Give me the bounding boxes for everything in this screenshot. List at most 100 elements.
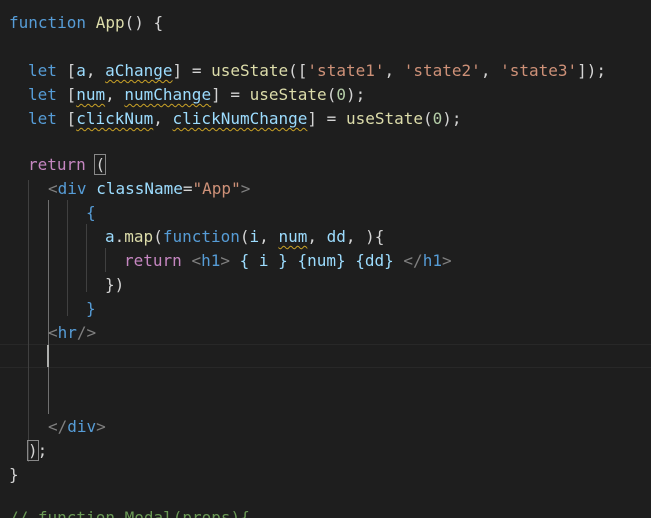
punctuation: ] [211,85,221,104]
punctuation: = [182,179,193,198]
variable-unused-warning: num [76,85,106,104]
variable-unused-warning: clickNum [76,109,154,128]
code-line[interactable]: return <h1> { i } {num} {dd} </h1> [124,249,452,273]
punctuation: = [182,61,212,80]
variable-unused-warning: numChange [124,85,212,104]
comment: // function Modal(props){ [9,508,250,518]
code-line[interactable]: let [num, numChange] = useState(0); [28,83,365,107]
tag-bracket: </ [403,251,423,270]
jsx-tag: div [57,179,87,198]
code-line[interactable]: } [86,297,96,321]
keyword: let [28,61,57,80]
tag-bracket: </ [48,417,68,436]
keyword: function [162,227,240,246]
punctuation: }) [105,275,125,294]
punctuation: , ){ [345,227,385,246]
indent-guide [28,180,29,462]
string-literal: 'state3' [500,61,578,80]
keyword: function [9,13,87,32]
jsx-expression: {dd} [355,251,394,270]
jsx-tag: div [67,417,97,436]
variable: a [76,61,86,80]
punctuation: , [259,227,279,246]
code-editor[interactable]: function App() { let [a, aChange] = useS… [0,0,651,518]
code-line[interactable]: { [86,201,96,225]
tag-bracket: /> [76,323,97,342]
code-line[interactable]: } [9,463,19,487]
punctuation: ( [153,227,163,246]
punctuation: () { [124,13,164,32]
punctuation: . [114,227,125,246]
jsx-expression: { i } [239,251,288,270]
string-literal: "App" [192,179,241,198]
punctuation: ] [172,61,183,80]
code-line[interactable]: function App() { [9,11,163,35]
function-call: map [124,227,154,246]
jsx-tag: hr [57,323,77,342]
matched-bracket: ( [94,154,107,175]
code-line[interactable]: // function Modal(props){ [9,506,250,518]
tag-bracket: > [220,251,230,270]
string-literal: 'state1' [307,61,385,80]
punctuation: ] [307,109,318,128]
parameter: i [249,227,260,246]
number-literal: 0 [432,109,443,128]
tag-bracket: > [240,179,251,198]
tag-bracket: > [441,251,452,270]
jsx-brace: } [86,299,96,318]
punctuation: , [153,109,163,128]
tag-bracket: < [48,323,58,342]
punctuation: = [220,85,250,104]
punctuation: ( [239,227,250,246]
punctuation: [ [66,85,77,104]
punctuation: [ [66,109,77,128]
punctuation: , [307,227,327,246]
punctuation: ]); [577,61,607,80]
function-call: useState [345,109,423,128]
string-literal: 'state2' [403,61,481,80]
jsx-brace: { [86,203,96,222]
keyword: return [28,155,86,174]
keyword: let [28,109,57,128]
code-line[interactable]: </div> [48,415,106,439]
punctuation: ); [345,85,366,104]
punctuation: ([ [288,61,308,80]
punctuation: , [384,61,404,80]
tag-bracket: < [48,179,58,198]
jsx-tag: h1 [201,251,221,270]
punctuation: ( [326,85,337,104]
parameter-warning: num [278,227,308,246]
jsx-tag: h1 [422,251,442,270]
punctuation: ; [37,441,48,460]
jsx-expression: {num} [297,251,346,270]
keyword: return [124,251,182,270]
code-line[interactable]: let [clickNum, clickNumChange] = useStat… [28,107,462,131]
code-line[interactable]: return ( [28,153,107,177]
code-line[interactable]: }) [105,273,124,297]
code-line[interactable]: <div className="App"> [48,177,250,201]
number-literal: 0 [336,85,346,104]
indent-guide [86,224,87,292]
punctuation: = [317,109,346,128]
punctuation: , [480,61,501,80]
punctuation: ); [442,109,462,128]
punctuation: , [85,61,96,80]
code-line[interactable]: ); [27,439,48,463]
indent-guide [105,248,106,272]
indent-guide [67,200,68,316]
jsx-attribute: className [96,179,183,198]
function-name: App [95,13,125,32]
variable-unused-warning: aChange [105,61,173,80]
punctuation: } [9,465,19,484]
variable: a [105,227,115,246]
code-line[interactable]: <hr/> [48,321,96,345]
punctuation: ( [423,109,433,128]
variable-unused-warning: clickNumChange [172,109,308,128]
punctuation: , [105,85,115,104]
keyword: let [28,85,57,104]
tag-bracket: > [96,417,106,436]
indent-guide [48,200,49,414]
code-line[interactable]: let [a, aChange] = useState(['state1', '… [28,59,606,83]
function-call: useState [249,85,327,104]
code-line[interactable]: a.map(function(i, num, dd, ){ [105,225,384,249]
